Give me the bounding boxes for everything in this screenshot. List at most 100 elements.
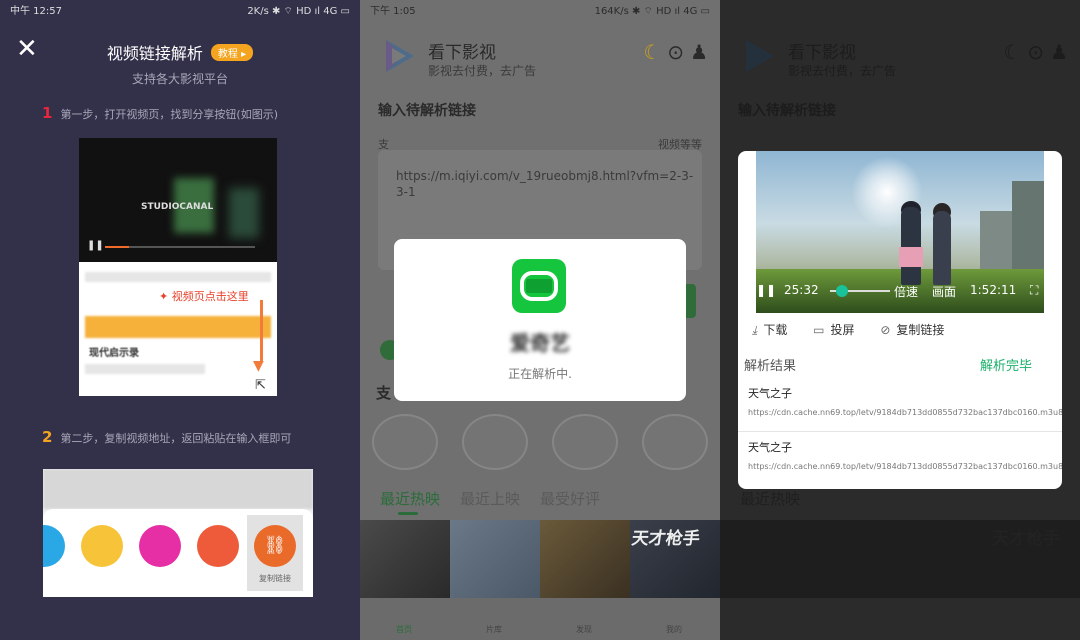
step-1-number: 1: [42, 104, 53, 122]
movie-poster[interactable]: [360, 520, 450, 598]
tab-recent-release[interactable]: 最近上映: [460, 490, 520, 508]
result-label: 解析结果: [744, 359, 797, 374]
seek-handle[interactable]: [836, 285, 848, 297]
step-1: 1 第一步，打开视频页，找到分享按钮(如图示): [42, 104, 278, 122]
download-label: 下载: [763, 323, 788, 337]
status-indicators: 164K/s ✱ ⌔ HD ıl 4G ▭: [594, 6, 710, 17]
tab-indicator: [398, 512, 418, 515]
qq-icon[interactable]: ♟: [690, 40, 708, 64]
share-option-icon: [139, 525, 181, 567]
status-indicators: 2K/s ✱ ⌔ HD ıl 4G ▭: [247, 6, 350, 17]
poster-title: 天才枪手: [992, 529, 1060, 549]
header-icons: ☾ ⊙ ♟: [637, 40, 708, 64]
result-status: 解析完毕: [979, 359, 1032, 374]
movie-tabs: 最近热映 最近上映 最受好评: [380, 488, 620, 509]
result-panel: 看下影视 影视去付费，去广告 ☾ ⊙ ♟ 输入待解析链接 最近热映 天才枪手 ❚❚ …: [720, 0, 1080, 640]
platform-item[interactable]: [642, 414, 708, 470]
moon-icon[interactable]: ☾: [1003, 40, 1021, 64]
share-icon: ⇱: [255, 378, 266, 393]
tap-here-hint: ✦ 视频页点击这里: [159, 290, 249, 303]
moon-icon[interactable]: ☾: [643, 40, 661, 64]
nav-discover[interactable]: 发现: [576, 624, 592, 635]
tab-recent-hot: 最近热映: [740, 490, 801, 508]
app-slogan: 影视去付费，去广告: [788, 64, 897, 78]
share-option-icon: [81, 525, 123, 567]
video-player[interactable]: ❚❚ 25:32 倍速 画面 1:52:11 ⛶: [756, 151, 1044, 313]
nav-library[interactable]: 片库: [486, 624, 502, 635]
app-logo: [386, 40, 414, 72]
share-option-icon: [197, 525, 239, 567]
search-icon[interactable]: ⊙: [1027, 40, 1044, 64]
player-actions: ⤓ 下载 ▭ 投屏 ⊘ 复制链接: [752, 321, 966, 338]
copy-link-label: 复制链接: [259, 574, 291, 583]
platform-item[interactable]: [462, 414, 528, 470]
pause-icon: ❚❚: [87, 240, 104, 251]
result-title: 天气之子: [748, 441, 792, 454]
tab-top-rated[interactable]: 最受好评: [540, 490, 600, 508]
page-subtitle: 支持各大影视平台: [131, 72, 228, 86]
copy-link-button[interactable]: ⊘ 复制链接: [880, 323, 944, 337]
nav-home[interactable]: 首页: [396, 624, 412, 635]
download-icon: ⤓: [752, 323, 758, 337]
dialog-status: 正在解析中.: [508, 367, 572, 381]
platform-item[interactable]: [372, 414, 438, 470]
section-label: 输入待解析链接: [378, 103, 476, 119]
status-bar: 下午 1:05 164K/s ✱ ⌔ HD ıl 4G ▭: [360, 0, 720, 24]
video-watermark: STUDIOCANAL: [141, 202, 214, 212]
platform-item[interactable]: [552, 414, 618, 470]
movie-poster[interactable]: [450, 520, 540, 598]
tutorial-panel: 中午 12:57 2K/s ✱ ⌔ HD ıl 4G ▭ ✕ 视频链接解析 教程 …: [0, 0, 360, 640]
tutorial-badge[interactable]: 教程 ▸: [210, 44, 254, 61]
header-icons: ☾ ⊙ ♟: [997, 40, 1068, 64]
picture-button[interactable]: 画面: [932, 283, 956, 300]
app-slogan: 影视去付费，去广告: [428, 64, 537, 78]
supported-label: 支: [376, 384, 392, 402]
status-time: 中午 12:57: [10, 6, 62, 17]
tab-recent-hot[interactable]: 最近热映: [380, 490, 440, 508]
search-icon[interactable]: ⊙: [667, 40, 684, 64]
step-1-screenshot: STUDIOCANAL ❚❚ ✦ 视频页点击这里 现代启示录 ▼ ⇱: [79, 138, 277, 396]
download-button[interactable]: ⤓ 下载: [752, 323, 787, 337]
dialog-platform-name: 爱奇艺: [510, 331, 570, 355]
player-controls: ❚❚ 25:32 倍速 画面 1:52:11 ⛶: [756, 277, 1044, 303]
result-item[interactable]: 天气之子 https://cdn.cache.nn69.top/letv/918…: [748, 439, 1062, 472]
qq-icon[interactable]: ♟: [1050, 40, 1068, 64]
elapsed-time: 25:32: [784, 283, 819, 297]
page-title-text: 视频链接解析: [106, 44, 203, 63]
arrow-down-icon: ▼: [253, 358, 264, 374]
result-url: https://cdn.cache.nn69.top/letv/9184db71…: [748, 408, 1062, 417]
cast-icon: ▭: [813, 323, 825, 337]
video-title-blurred: 现代启示录: [89, 348, 139, 359]
step-2-screenshot: ⛓ 复制链接: [43, 469, 313, 597]
iqiyi-icon: [512, 259, 566, 313]
parsing-panel: 下午 1:05 164K/s ✱ ⌔ HD ıl 4G ▭ 看下影视 影视去付费…: [360, 0, 720, 640]
result-url: https://cdn.cache.nn69.top/letv/9184db71…: [748, 462, 1062, 471]
pause-icon[interactable]: ❚❚: [756, 283, 776, 297]
total-time: 1:52:11: [970, 283, 1017, 297]
cast-label: 投屏: [830, 323, 855, 337]
url-input-value: https://m.iqiyi.com/v_19rueobmj8.html?vf…: [396, 169, 694, 199]
result-card: ❚❚ 25:32 倍速 画面 1:52:11 ⛶ ⤓ 下载 ▭ 投屏 ⊘ 复制链接 解…: [738, 151, 1062, 489]
nav-profile[interactable]: 我的: [666, 624, 682, 635]
step-2-text: 第二步，复制视频地址，返回粘贴在输入框即可: [60, 432, 292, 445]
tutorial-badge-label: 教程: [217, 49, 238, 60]
section-label: 输入待解析链接: [738, 103, 836, 119]
result-title: 天气之子: [748, 387, 792, 400]
result-item[interactable]: 天气之子 https://cdn.cache.nn69.top/letv/918…: [748, 385, 1062, 418]
speed-button[interactable]: 倍速: [894, 283, 918, 300]
link-icon: ⊘: [880, 323, 891, 337]
status-bar: 中午 12:57 2K/s ✱ ⌔ HD ıl 4G ▭: [0, 0, 360, 24]
cast-button[interactable]: ▭ 投屏: [813, 323, 854, 337]
app-name: 看下影视: [428, 43, 496, 63]
poster-title: 天才枪手: [630, 529, 702, 549]
status-time: 下午 1:05: [370, 6, 416, 17]
step-1-text: 第一步，打开视频页，找到分享按钮(如图示): [60, 108, 279, 121]
step-2: 2 第二步，复制视频地址，返回粘贴在输入框即可: [42, 428, 291, 446]
movie-poster[interactable]: [540, 520, 630, 598]
tap-here-hint-text: 视频页点击这里: [171, 290, 249, 303]
video-preview: STUDIOCANAL ❚❚: [79, 138, 277, 262]
app-name: 看下影视: [788, 43, 856, 63]
page-title: 视频链接解析 教程 ▸: [0, 40, 360, 64]
parsing-dialog: 爱奇艺 正在解析中.: [394, 239, 686, 401]
fullscreen-icon[interactable]: ⛶: [1030, 283, 1038, 298]
